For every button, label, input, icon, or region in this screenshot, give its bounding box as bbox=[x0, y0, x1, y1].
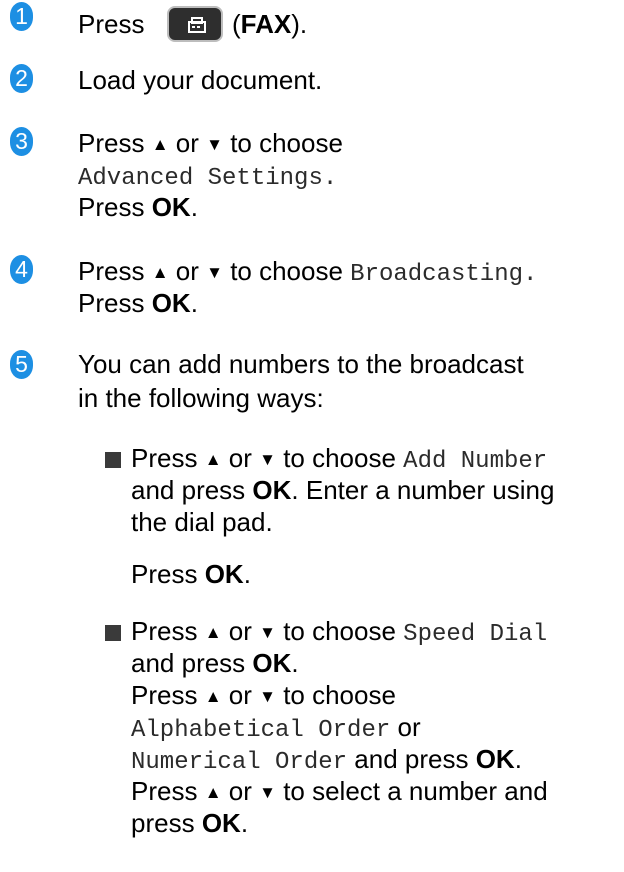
bullet-marker bbox=[105, 625, 121, 641]
step-number: 4 bbox=[10, 255, 33, 284]
step-number: 5 bbox=[10, 350, 33, 379]
option-add-number: Add Number bbox=[403, 448, 548, 475]
step-text: Load your document. bbox=[78, 65, 323, 95]
option-numerical-order: Numerical Order bbox=[131, 749, 348, 776]
bullet-2-line-3: Press ▲ or ▼ to choose bbox=[131, 680, 396, 710]
step-number: 2 bbox=[10, 64, 33, 93]
press-ok: Press OK. bbox=[78, 192, 198, 222]
bullet-1-line-2: and press OK. Enter a number using bbox=[131, 475, 555, 505]
option-broadcasting: Broadcasting bbox=[350, 261, 523, 288]
bullet-2-line-1: Press ▲ or ▼ to choose Speed Dial bbox=[131, 616, 548, 648]
bullet-2-line-2: and press OK. bbox=[131, 648, 299, 678]
bullet-2-line-7: press OK. bbox=[131, 808, 249, 838]
bullet-marker bbox=[105, 452, 121, 468]
option-line: Advanced Settings. bbox=[78, 165, 338, 192]
step-number: 3 bbox=[10, 127, 33, 156]
option-speed-dial: Speed Dial bbox=[403, 621, 548, 648]
bullet-1-line-3: the dial pad. bbox=[131, 507, 273, 537]
fax-icon bbox=[188, 17, 206, 33]
bullet-1-press-ok: Press OK. bbox=[131, 559, 251, 589]
bullet-1-line-1: Press ▲ or ▼ to choose Add Number bbox=[131, 443, 548, 475]
press-ok: Press OK. bbox=[78, 288, 198, 318]
step-text: Press bbox=[78, 9, 145, 39]
bullet-2-line-4: Alphabetical Order or bbox=[131, 712, 421, 744]
fax-button[interactable] bbox=[167, 6, 223, 42]
step-text: Press ▲ or ▼ to choose Broadcasting. bbox=[78, 256, 538, 288]
bullet-2-line-5: Numerical Order and press OK. bbox=[131, 744, 522, 776]
fax-label: (FAX). bbox=[232, 9, 308, 39]
option-advanced-settings: Advanced Settings bbox=[78, 165, 323, 192]
step-text: in the following ways: bbox=[78, 383, 324, 413]
option-alphabetical-order: Alphabetical Order bbox=[131, 717, 391, 744]
bullet-2-line-6: Press ▲ or ▼ to select a number and bbox=[131, 776, 548, 806]
step-number: 1 bbox=[10, 2, 33, 31]
step-text: You can add numbers to the broadcast bbox=[78, 349, 524, 379]
step-text: Press ▲ or ▼ to choose bbox=[78, 128, 343, 158]
